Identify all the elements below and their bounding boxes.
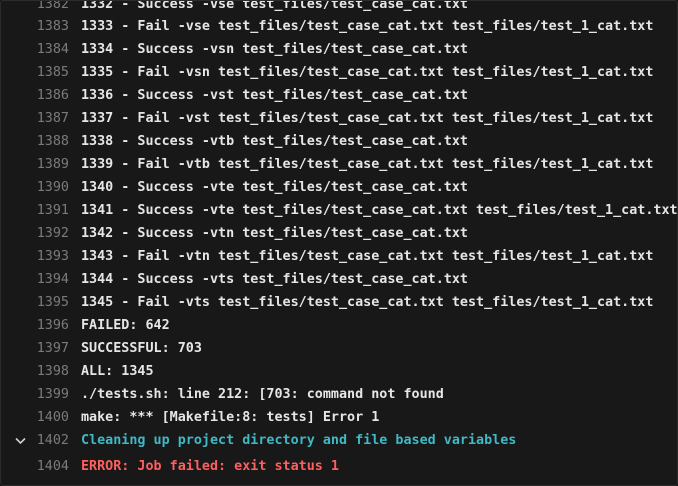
- log-line: 1400 make: *** [Makefile:8: tests] Error …: [1, 406, 677, 429]
- log-line: 1397 SUCCESSFUL: 703: [1, 337, 677, 360]
- line-number[interactable]: 1388: [1, 134, 69, 149]
- line-number[interactable]: 1390: [1, 180, 69, 195]
- log-text: 1345 - Fail -vts test_files/test_case_ca…: [81, 295, 654, 310]
- log-text: 1336 - Success -vst test_files/test_case…: [81, 88, 468, 103]
- log-text: SUCCESSFUL: 703: [81, 341, 202, 356]
- line-number[interactable]: 1387: [1, 111, 69, 126]
- log-line: 1383 1333 - Fail -vse test_files/test_cas…: [1, 15, 677, 38]
- line-number[interactable]: 1391: [1, 203, 69, 218]
- log-text: 1338 - Success -vtb test_files/test_case…: [81, 134, 468, 149]
- log-text: 1333 - Fail -vse test_files/test_case_ca…: [81, 19, 654, 34]
- log-text: make: *** [Makefile:8: tests] Error 1: [81, 410, 380, 425]
- log-line: 1388 1338 - Success -vtb test_files/test_…: [1, 130, 677, 153]
- line-number[interactable]: 1384: [1, 42, 69, 57]
- line-number[interactable]: 1395: [1, 295, 69, 310]
- log-line: 1387 1337 - Fail -vst test_files/test_cas…: [1, 107, 677, 130]
- log-line: 1382 1332 - Success -vse test_files/test_…: [1, 0, 677, 16]
- log-text: ./tests.sh: line 212: [703: command not …: [81, 387, 444, 402]
- line-number[interactable]: 1382: [1, 1, 69, 12]
- log-text: ALL: 1345: [81, 364, 154, 379]
- log-text: 1341 - Success -vte test_files/test_case…: [81, 203, 678, 218]
- line-number[interactable]: 1402: [1, 433, 69, 448]
- log-line: 1389 1339 - Fail -vtb test_files/test_cas…: [1, 153, 677, 176]
- line-number[interactable]: 1400: [1, 410, 69, 425]
- log-line: 1391 1341 - Success -vte test_files/test_…: [1, 199, 677, 222]
- log-line: 1393 1343 - Fail -vtn test_files/test_cas…: [1, 245, 677, 268]
- log-text: 1332 - Success -vse test_files/test_case…: [81, 0, 468, 12]
- log-text: 1334 - Success -vsn test_files/test_case…: [81, 42, 468, 57]
- line-number[interactable]: 1398: [1, 364, 69, 379]
- log-line: 1384 1334 - Success -vsn test_files/test_…: [1, 38, 677, 61]
- log-line: 1392 1342 - Success -vtn test_files/test_…: [1, 222, 677, 245]
- log-text: 1343 - Fail -vtn test_files/test_case_ca…: [81, 249, 654, 264]
- job-log-panel: 1382 1332 - Success -vse test_files/test_…: [0, 0, 678, 486]
- line-number[interactable]: 1392: [1, 226, 69, 241]
- line-number[interactable]: 1397: [1, 341, 69, 356]
- chevron-down-icon[interactable]: [13, 429, 27, 452]
- line-number[interactable]: 1385: [1, 65, 69, 80]
- log-text: 1339 - Fail -vtb test_files/test_case_ca…: [81, 157, 654, 172]
- log-line: 1385 1335 - Fail -vsn test_files/test_cas…: [1, 61, 677, 84]
- log-line: 1390 1340 - Success -vte test_files/test_…: [1, 176, 677, 199]
- line-number[interactable]: 1396: [1, 318, 69, 333]
- log-section-header[interactable]: 1402 Cleaning up project directory and fi…: [1, 429, 677, 452]
- log-line: 1398 ALL: 1345: [1, 360, 677, 383]
- log-text: 1337 - Fail -vst test_files/test_case_ca…: [81, 111, 654, 126]
- log-line: 1395 1345 - Fail -vts test_files/test_cas…: [1, 291, 677, 314]
- log-line: 1394 1344 - Success -vts test_files/test_…: [1, 268, 677, 291]
- log-text: 1344 - Success -vts test_files/test_case…: [81, 272, 468, 287]
- log-text: 1342 - Success -vtn test_files/test_case…: [81, 226, 468, 241]
- line-number[interactable]: 1404: [1, 459, 69, 474]
- error-message: ERROR: Job failed: exit status 1: [81, 459, 339, 474]
- log-text: 1335 - Fail -vsn test_files/test_case_ca…: [81, 65, 654, 80]
- log-text: FAILED: 642: [81, 318, 170, 333]
- line-number[interactable]: 1393: [1, 249, 69, 264]
- log-line: 1386 1336 - Success -vst test_files/test_…: [1, 84, 677, 107]
- line-number[interactable]: 1383: [1, 19, 69, 34]
- log-line: 1399 ./tests.sh: line 212: [703: command …: [1, 383, 677, 406]
- log-line: 1396 FAILED: 642: [1, 314, 677, 337]
- line-number[interactable]: 1386: [1, 88, 69, 103]
- line-number[interactable]: 1399: [1, 387, 69, 402]
- log-text: 1340 - Success -vte test_files/test_case…: [81, 180, 468, 195]
- section-title: Cleaning up project directory and file b…: [81, 433, 517, 448]
- log-line: 1404 ERROR: Job failed: exit status 1: [1, 455, 677, 478]
- line-number[interactable]: 1389: [1, 157, 69, 172]
- line-number[interactable]: 1394: [1, 272, 69, 287]
